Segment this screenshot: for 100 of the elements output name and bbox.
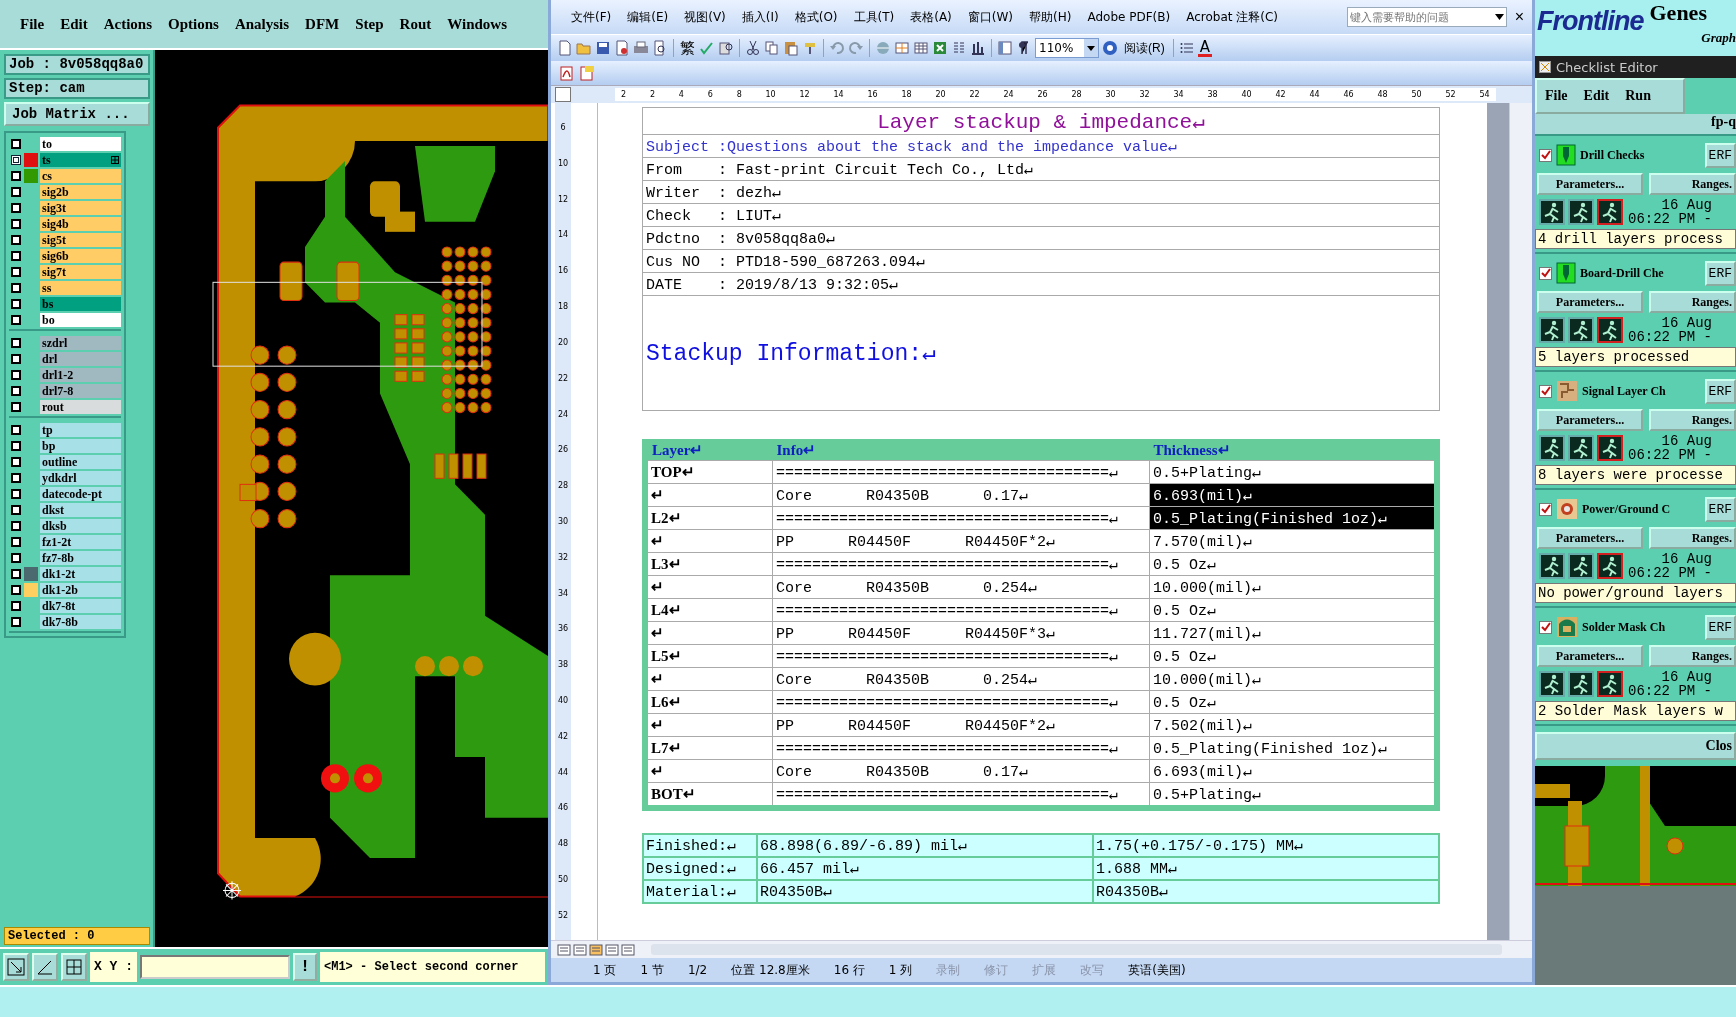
layer-name[interactable]: bo bbox=[40, 312, 121, 327]
layer-name[interactable]: sig2b bbox=[40, 184, 121, 199]
layer-checkbox[interactable] bbox=[11, 369, 21, 380]
alert-button[interactable]: ! bbox=[293, 953, 317, 981]
layer-name[interactable]: dk7-8b bbox=[40, 614, 121, 629]
parameters-button[interactable]: Parameters... bbox=[1537, 409, 1643, 431]
parameters-button[interactable]: Parameters... bbox=[1537, 291, 1643, 313]
menu-item[interactable]: 帮助(H) bbox=[1021, 8, 1080, 26]
ranges-button[interactable]: Ranges. bbox=[1649, 173, 1736, 195]
layer-checkbox[interactable] bbox=[11, 154, 21, 165]
help-icon[interactable] bbox=[1102, 40, 1118, 56]
layer-name[interactable]: sig4b bbox=[40, 216, 121, 231]
copy-icon[interactable] bbox=[764, 40, 780, 56]
layer-checkbox[interactable] bbox=[11, 186, 21, 197]
save-icon[interactable] bbox=[595, 40, 611, 56]
tab-selector[interactable] bbox=[555, 87, 571, 102]
layer-name[interactable]: outline bbox=[40, 454, 121, 469]
layer-checkbox[interactable] bbox=[11, 314, 21, 325]
spreadsheet-icon[interactable] bbox=[932, 40, 948, 56]
help-search-field[interactable]: 键入需要帮助的问题 bbox=[1346, 7, 1507, 27]
pdf-mail-icon[interactable] bbox=[579, 65, 595, 81]
running-figure-icon[interactable] bbox=[1568, 199, 1594, 225]
layer-name[interactable]: cs bbox=[40, 168, 121, 183]
menu-item[interactable]: Edit bbox=[52, 15, 96, 33]
layer-name[interactable]: dksb bbox=[40, 518, 121, 533]
menu-item[interactable]: Edit bbox=[1575, 88, 1618, 104]
menu-item[interactable]: 格式(O) bbox=[786, 8, 846, 26]
erf-button[interactable]: ERF bbox=[1704, 378, 1736, 404]
menu-item[interactable]: DFM bbox=[297, 15, 348, 33]
menu-item[interactable]: Analysis bbox=[226, 15, 298, 33]
normal-view-icon[interactable] bbox=[557, 943, 571, 956]
layer-checkbox[interactable] bbox=[11, 568, 21, 579]
running-figure-icon[interactable] bbox=[1597, 317, 1623, 343]
layer-name[interactable]: dk1-2t bbox=[40, 566, 121, 581]
layer-checkbox[interactable] bbox=[11, 266, 21, 277]
layer-checkbox[interactable] bbox=[11, 472, 21, 483]
layer-name[interactable]: ss bbox=[40, 280, 121, 295]
ranges-button[interactable]: Ranges. bbox=[1649, 527, 1736, 549]
layer-name[interactable]: tp bbox=[40, 422, 121, 437]
parameters-button[interactable]: Parameters... bbox=[1537, 645, 1643, 667]
grid-tool-button[interactable] bbox=[61, 953, 87, 981]
zoom-tool-button[interactable] bbox=[3, 953, 29, 981]
traditional-chinese-button[interactable]: 繁 bbox=[679, 38, 696, 58]
layer-checkbox[interactable] bbox=[11, 488, 21, 499]
layer-name[interactable]: sig6b bbox=[40, 248, 121, 263]
running-figure-icon[interactable] bbox=[1568, 317, 1594, 343]
drawing-icon[interactable] bbox=[970, 40, 986, 56]
layer-name[interactable]: rout bbox=[40, 399, 121, 414]
check-checkbox[interactable] bbox=[1539, 502, 1552, 516]
check-checkbox[interactable] bbox=[1539, 148, 1552, 162]
running-figure-icon[interactable] bbox=[1597, 671, 1623, 697]
zoom-dropdown[interactable]: 110% bbox=[1035, 38, 1099, 58]
layer-name[interactable]: dkst bbox=[40, 502, 121, 517]
menu-item[interactable]: Step bbox=[347, 15, 392, 33]
layer-checkbox[interactable] bbox=[11, 536, 21, 547]
running-figure-icon[interactable] bbox=[1568, 671, 1594, 697]
paste-icon[interactable] bbox=[783, 40, 799, 56]
menu-item[interactable]: Acrobat 注释(C) bbox=[1178, 8, 1286, 26]
web-view-icon[interactable] bbox=[573, 943, 587, 956]
reading-button[interactable]: 阅读(R) bbox=[1121, 39, 1168, 57]
menu-item[interactable]: File bbox=[1537, 88, 1576, 104]
reading-view-icon[interactable] bbox=[621, 943, 635, 956]
layer-name[interactable]: ts bbox=[40, 152, 121, 167]
outline-view-icon[interactable] bbox=[605, 943, 619, 956]
layer-checkbox[interactable] bbox=[11, 520, 21, 531]
layer-name[interactable]: to bbox=[40, 136, 121, 151]
layer-name[interactable]: szdrl bbox=[40, 335, 121, 350]
layer-checkbox[interactable] bbox=[11, 456, 21, 467]
coordinate-field[interactable] bbox=[140, 955, 290, 979]
permission-icon[interactable] bbox=[614, 40, 630, 56]
layer-name[interactable]: sig5t bbox=[40, 232, 121, 247]
print-view-icon[interactable] bbox=[589, 943, 603, 956]
dropdown-caret-icon[interactable] bbox=[1494, 14, 1504, 20]
cut-icon[interactable] bbox=[745, 40, 761, 56]
vertical-scrollbar[interactable] bbox=[1509, 103, 1532, 940]
layer-checkbox[interactable] bbox=[11, 401, 21, 412]
running-figure-icon[interactable] bbox=[1597, 435, 1623, 461]
erf-button[interactable]: ERF bbox=[1704, 260, 1736, 286]
research-icon[interactable] bbox=[718, 40, 734, 56]
layer-checkbox[interactable] bbox=[11, 337, 21, 348]
layer-name[interactable]: fz7-8b bbox=[40, 550, 121, 565]
layer-checkbox[interactable] bbox=[11, 600, 21, 611]
menu-item[interactable]: 工具(T) bbox=[845, 8, 903, 26]
layer-name[interactable]: dk1-2b bbox=[40, 582, 121, 597]
insert-table-icon[interactable] bbox=[913, 40, 929, 56]
running-figure-icon[interactable] bbox=[1597, 553, 1623, 579]
layer-checkbox[interactable] bbox=[11, 616, 21, 627]
layer-name[interactable]: sig7t bbox=[40, 264, 121, 279]
running-figure-icon[interactable] bbox=[1597, 199, 1623, 225]
new-document-icon[interactable] bbox=[557, 40, 573, 56]
parameters-button[interactable]: Parameters... bbox=[1537, 527, 1643, 549]
layer-name[interactable]: drl1-2 bbox=[40, 367, 121, 382]
layer-checkbox[interactable] bbox=[11, 234, 21, 245]
running-figure-icon[interactable] bbox=[1539, 553, 1565, 579]
layer-name[interactable]: drl7-8 bbox=[40, 383, 121, 398]
check-checkbox[interactable] bbox=[1539, 384, 1552, 398]
layer-name[interactable]: dk7-8t bbox=[40, 598, 121, 613]
menu-item[interactable]: 视图(V) bbox=[676, 8, 734, 26]
layer-checkbox[interactable] bbox=[11, 218, 21, 229]
layer-name[interactable]: bp bbox=[40, 438, 121, 453]
